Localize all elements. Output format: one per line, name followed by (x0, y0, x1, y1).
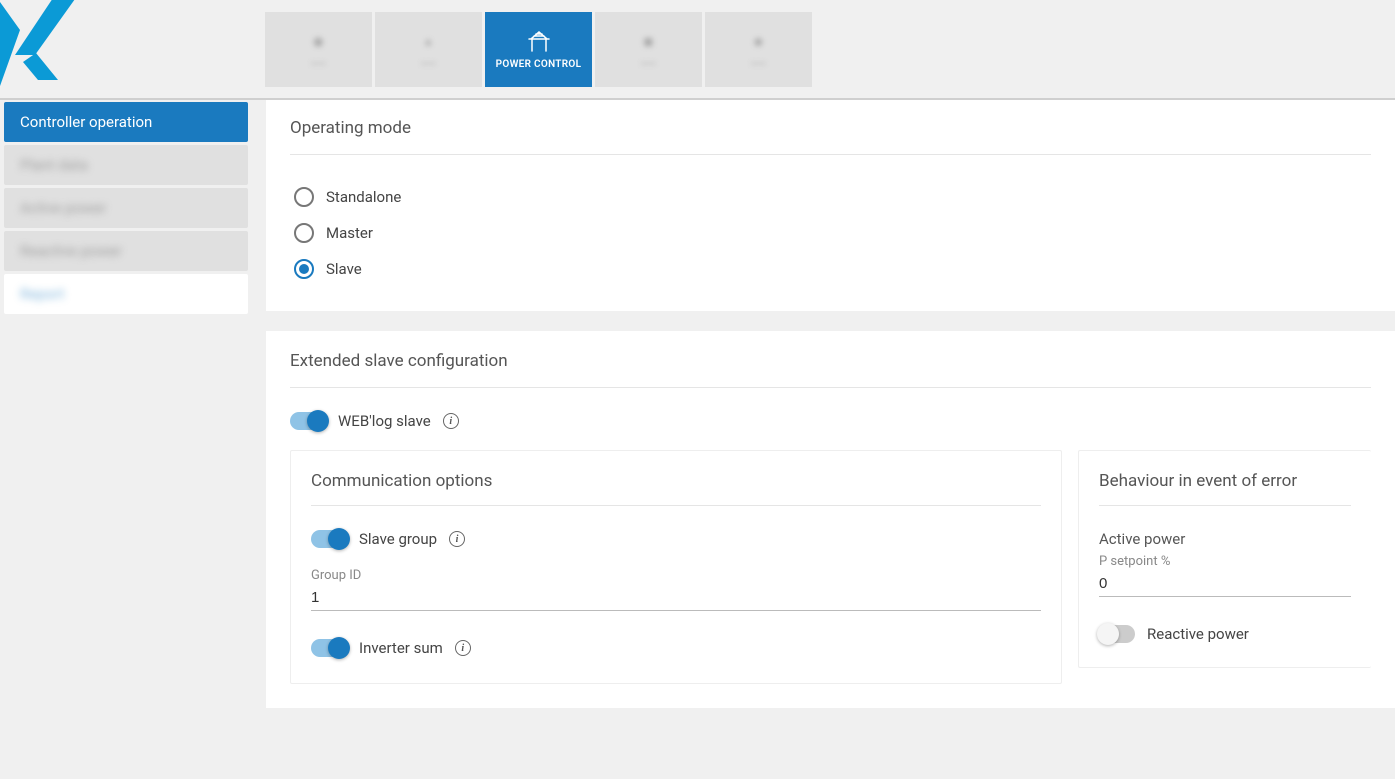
panel-title: Extended slave configuration (290, 351, 1371, 388)
info-icon[interactable]: i (449, 531, 465, 547)
card-behaviour-error: Behaviour in event of error Active power… (1078, 450, 1371, 668)
tab-3-label: —— (641, 59, 657, 70)
sidebar-item-label: Plant data (20, 156, 88, 174)
info-icon[interactable]: i (455, 640, 471, 656)
toggle-label: WEB'log slave (338, 412, 431, 430)
tab-3-icon: ◼ (635, 29, 663, 53)
radio-label: Master (326, 224, 373, 242)
toggle-inverter-sum[interactable] (311, 639, 347, 657)
sidebar-item-label: Report (20, 285, 65, 303)
tab-4[interactable]: ◆ —— (705, 12, 812, 87)
radio-standalone[interactable]: Standalone (294, 179, 1371, 215)
tab-1-icon: ▲ (415, 29, 443, 53)
radio-circle-icon (294, 223, 314, 243)
tab-0-icon: ◉ (305, 29, 333, 53)
sub-heading-active-power: Active power (1099, 530, 1351, 548)
sidebar-item-label: Controller operation (20, 113, 152, 131)
tab-3[interactable]: ◼ —— (595, 12, 702, 87)
tab-0[interactable]: ◉ —— (265, 12, 372, 87)
tab-1-label: —— (421, 59, 437, 70)
field-label-p-setpoint: P setpoint % (1099, 554, 1351, 569)
toggle-slave-group[interactable] (311, 530, 347, 548)
card-communication-options: Communication options Slave group i Grou… (290, 450, 1062, 684)
sidebar-item-label: Active power (20, 199, 106, 217)
sidebar-item-controller-operation[interactable]: Controller operation (4, 102, 248, 142)
panel-title: Operating mode (290, 118, 1371, 155)
tab-power-control-label: POWER CONTROL (496, 59, 582, 70)
power-control-icon (525, 29, 553, 53)
radio-label: Standalone (326, 188, 401, 206)
radio-master[interactable]: Master (294, 215, 1371, 251)
tab-0-label: —— (311, 59, 327, 70)
input-group-id[interactable] (311, 585, 1041, 611)
input-p-setpoint[interactable] (1099, 571, 1351, 597)
card-title: Behaviour in event of error (1099, 471, 1351, 506)
radio-slave[interactable]: Slave (294, 251, 1371, 287)
sidebar-item-1[interactable]: Plant data (4, 145, 248, 185)
tab-4-label: —— (751, 59, 767, 70)
radio-circle-icon (294, 187, 314, 207)
info-icon[interactable]: i (443, 413, 459, 429)
panel-extended-slave-config: Extended slave configuration WEB'log sla… (266, 331, 1395, 708)
radio-circle-icon (294, 259, 314, 279)
field-label-group-id: Group ID (311, 568, 1041, 583)
panel-operating-mode: Operating mode Standalone Master Slave (266, 98, 1395, 311)
radio-label: Slave (326, 260, 362, 278)
sidebar-item-label: Reactive power (20, 242, 122, 260)
toggle-weblog-slave[interactable] (290, 412, 326, 430)
tab-power-control[interactable]: POWER CONTROL (485, 12, 592, 87)
card-title: Communication options (311, 471, 1041, 506)
toggle-label: Slave group (359, 530, 437, 548)
sidebar-item-4[interactable]: Report (4, 274, 248, 314)
sidebar-item-3[interactable]: Reactive power (4, 231, 248, 271)
logo (0, 0, 265, 98)
tab-1[interactable]: ▲ —— (375, 12, 482, 87)
sidebar-item-2[interactable]: Active power (4, 188, 248, 228)
toggle-label: Reactive power (1147, 625, 1249, 643)
toggle-reactive-power[interactable] (1099, 625, 1135, 643)
toggle-label: Inverter sum (359, 639, 443, 657)
tab-4-icon: ◆ (745, 29, 773, 53)
